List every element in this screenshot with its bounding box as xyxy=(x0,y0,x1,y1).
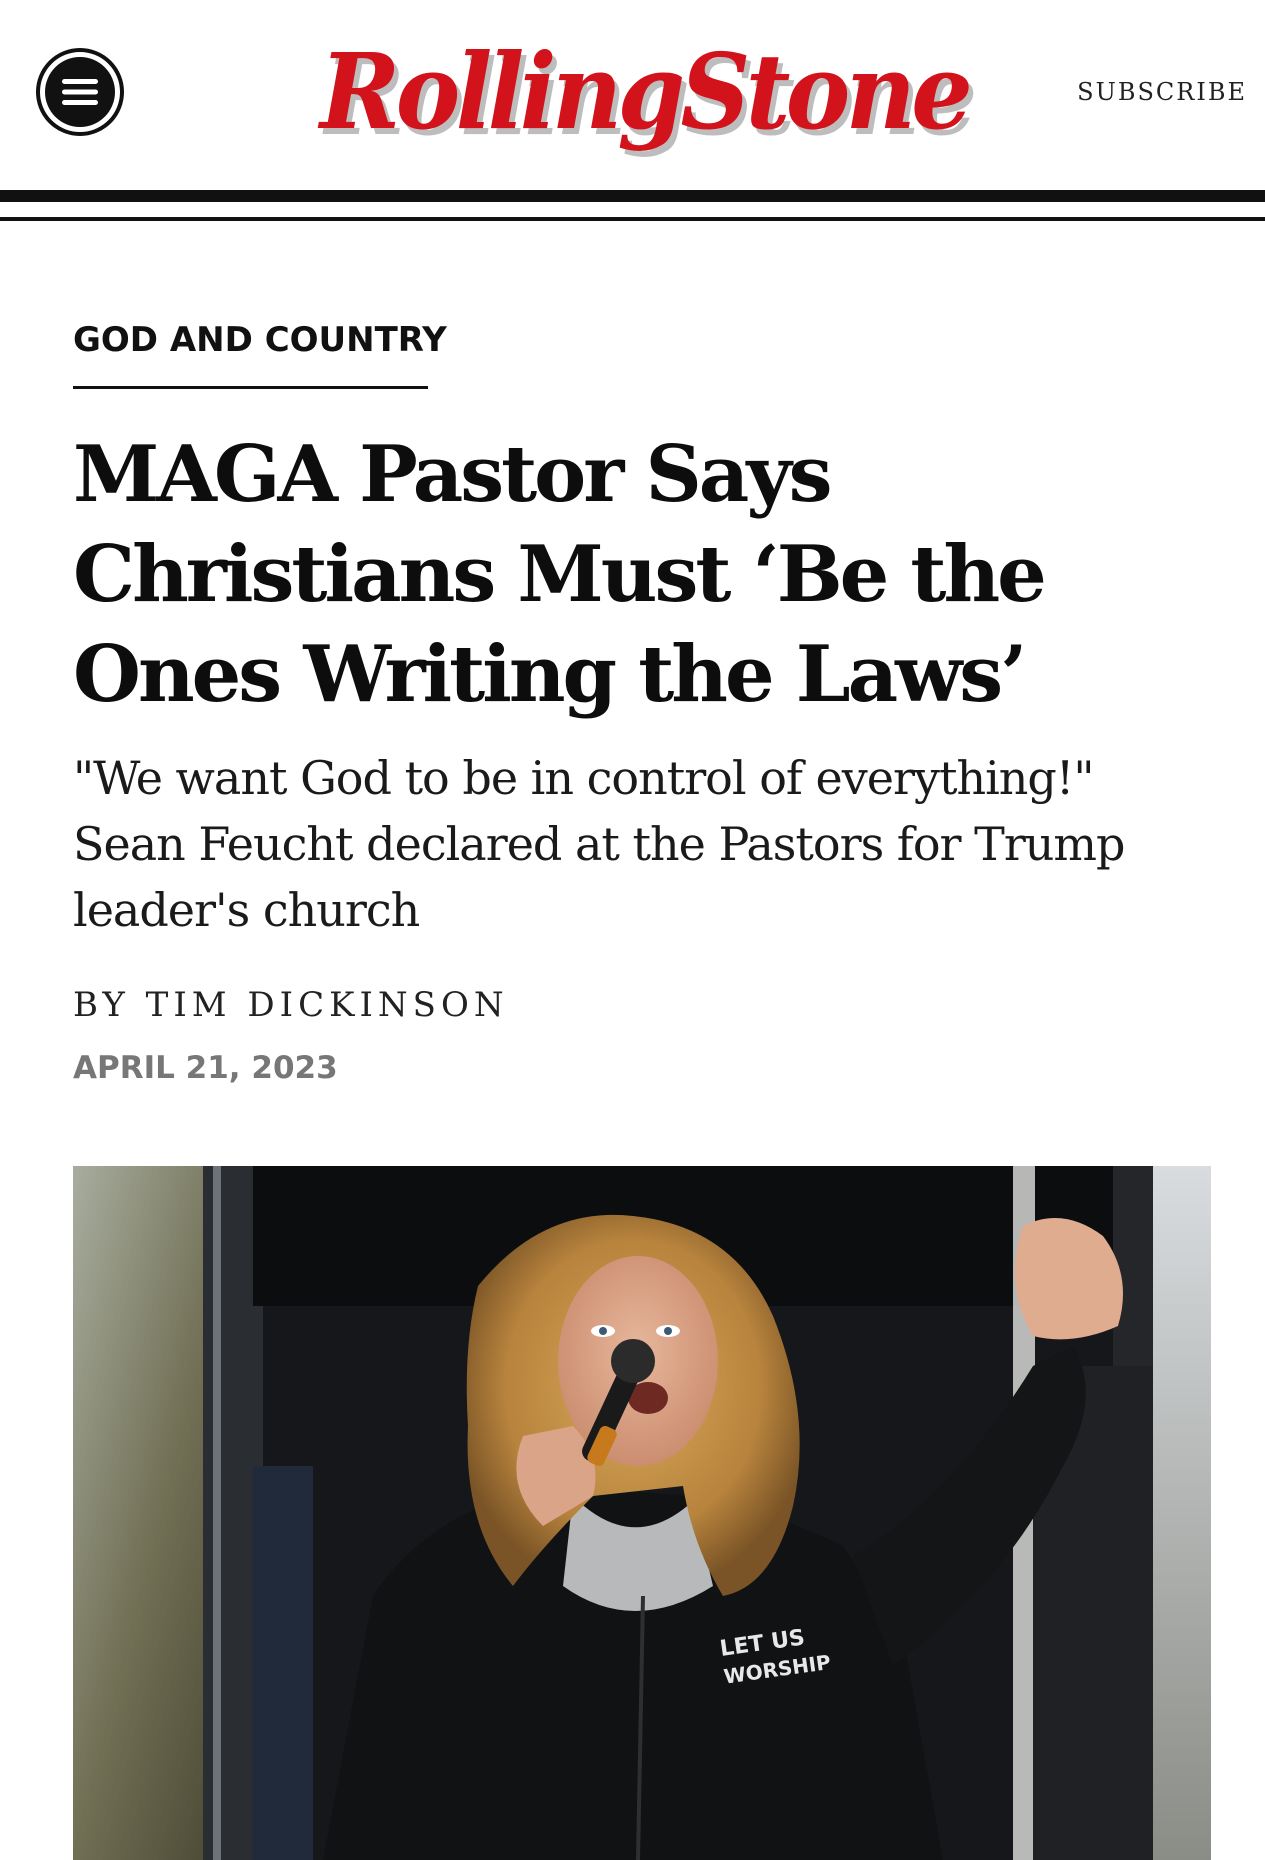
publish-date: APRIL 21, 2023 xyxy=(73,1050,338,1086)
author-link[interactable]: TIM DICKINSON xyxy=(146,985,509,1025)
header-divider-thin xyxy=(0,217,1265,221)
kicker-underline xyxy=(73,386,428,389)
byline-prefix: BY xyxy=(73,985,130,1025)
section-kicker[interactable]: GOD AND COUNTRY xyxy=(73,320,447,360)
menu-button[interactable] xyxy=(36,48,124,136)
site-header: RollingStone SUBSCRIBE xyxy=(0,0,1265,190)
subscribe-link[interactable]: SUBSCRIBE xyxy=(1077,78,1247,106)
byline: BY TIM DICKINSON xyxy=(73,985,509,1025)
logo-wordmark: RollingStone xyxy=(320,30,973,153)
article-dek: "We want God to be in control of everyth… xyxy=(73,751,1126,937)
article-hero-image: LET US WORSHIP xyxy=(73,1166,1211,1860)
header-divider-thick xyxy=(0,190,1265,202)
hamburger-menu-icon xyxy=(45,57,115,127)
article-headline: MAGA Pastor Says Christians Must ‘Be the… xyxy=(73,429,1047,720)
site-logo[interactable]: RollingStone xyxy=(320,22,973,162)
